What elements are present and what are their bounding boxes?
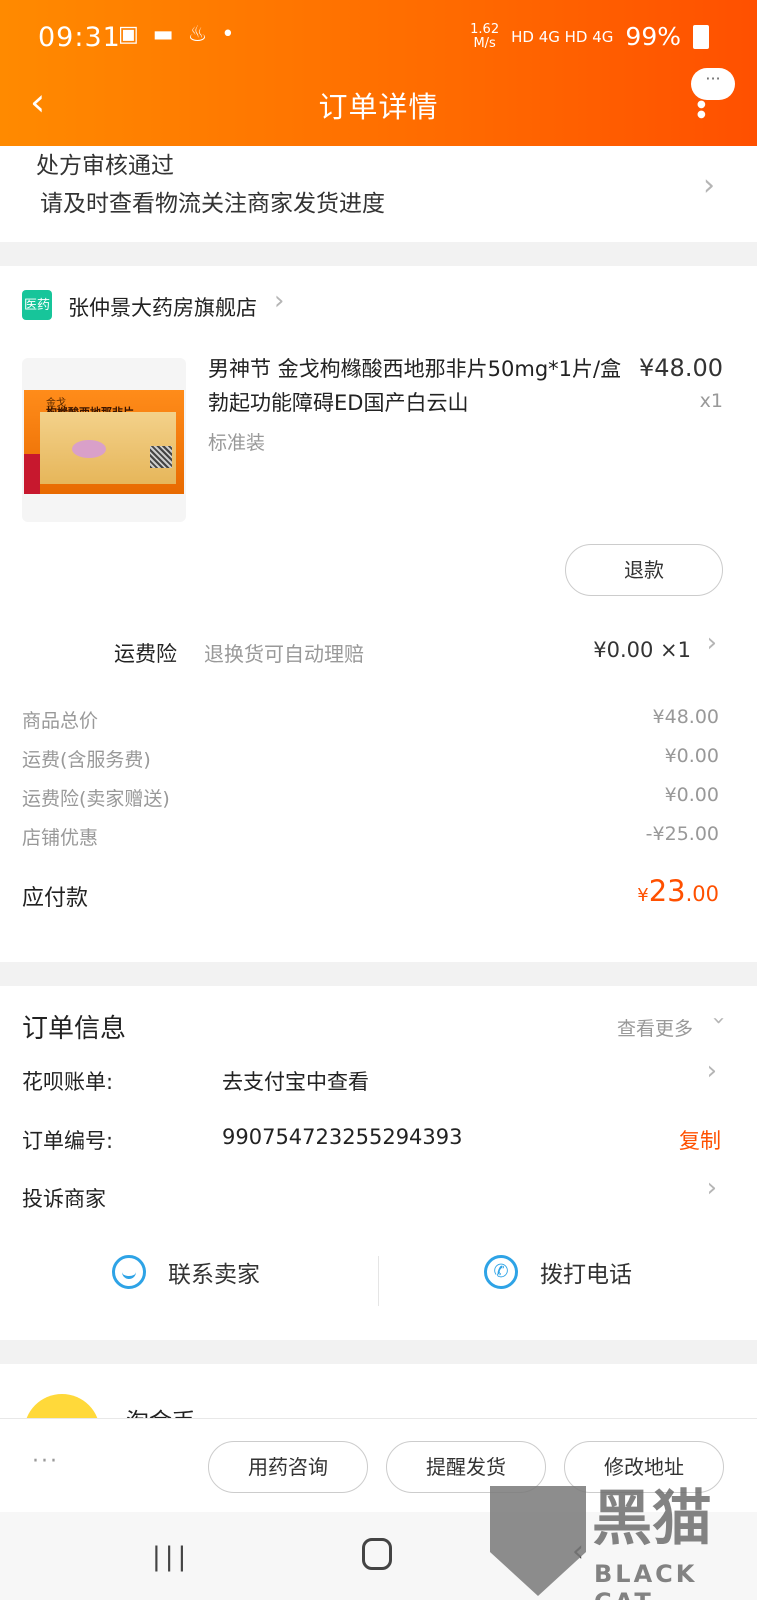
refund-button[interactable]: 退款 xyxy=(565,544,723,596)
chevron-right-icon[interactable]: › xyxy=(707,628,717,658)
copy-button[interactable]: 复制 xyxy=(679,1125,721,1155)
cat-shield-logo xyxy=(490,1486,586,1596)
chevron-right-icon[interactable]: › xyxy=(274,286,284,316)
product-image[interactable]: 金戈 枸橼酸西地那非片 xyxy=(22,358,186,522)
payment-currency: ¥ xyxy=(637,885,649,906)
summary-label: 商品总价 xyxy=(22,710,99,732)
status-time: 09:31 xyxy=(38,22,121,53)
payment-row: 应付款 ¥23.00 xyxy=(22,874,719,912)
summary-value: ¥48.00 xyxy=(652,706,719,728)
summary-value: -¥25.00 xyxy=(645,823,719,845)
summary-label: 运费险(卖家赠送) xyxy=(22,788,170,810)
phone-icon: ✆ xyxy=(484,1255,518,1289)
dot-icon: • xyxy=(221,22,235,47)
payment-integer: 23 xyxy=(648,874,686,908)
huabei-label: 花呗账单: xyxy=(22,1070,114,1094)
summary-row: 商品总价 ¥48.00 xyxy=(22,706,719,733)
shop-name[interactable]: 张仲景大药房旗舰店 xyxy=(68,292,257,322)
logistics-hint: 请及时查看物流关注商家发货进度 xyxy=(40,191,385,217)
payment-amount: ¥23.00 xyxy=(637,874,719,908)
order-info-card: 订单信息 查看更多 › 花呗账单: 去支付宝中查看 › 订单编号: 990754… xyxy=(0,986,757,1340)
app-icon: ♨ xyxy=(187,22,208,47)
qr-code xyxy=(150,446,172,468)
home-icon[interactable] xyxy=(362,1538,392,1570)
product-price: ¥48.00 xyxy=(639,354,723,382)
package-stripe xyxy=(24,454,40,494)
black-cat-watermark: 黑猫 BLACK CAT xyxy=(490,1484,752,1600)
summary-row: 运费险(卖家赠送) ¥0.00 xyxy=(22,784,719,811)
signal-indicator: HD 4G HD 4G xyxy=(511,27,614,46)
battery-icon xyxy=(693,24,709,49)
chevron-right-icon: › xyxy=(703,168,715,203)
summary-row: 运费(含服务费) ¥0.00 xyxy=(22,745,719,772)
gallery-icon: ▣ xyxy=(118,22,139,47)
contact-seller-label: 联系卖家 xyxy=(168,1262,260,1288)
order-number-value: 990754723255294393 xyxy=(222,1125,463,1149)
order-info-title: 订单信息 xyxy=(22,1014,127,1044)
recent-apps-icon[interactable]: ||| xyxy=(152,1542,190,1572)
pill-image xyxy=(72,440,106,458)
order-card: 医药 张仲景大药房旗舰店 › 金戈 枸橼酸西地那非片 男神节 金戈枸橼酸西地那非… xyxy=(0,266,757,962)
medication-consult-button[interactable]: 用药咨询 xyxy=(208,1441,368,1493)
order-number-label: 订单编号: xyxy=(22,1129,114,1153)
notification-icons: ▣ ▬ ♨ • xyxy=(118,22,234,47)
view-more-link[interactable]: 查看更多 xyxy=(617,1014,693,1041)
status-bar: 09:31 ▣ ▬ ♨ • 1.62 M/s HD 4G HD 4G 99% xyxy=(0,14,757,58)
header-bar: 09:31 ▣ ▬ ♨ • 1.62 M/s HD 4G HD 4G 99% ‹ … xyxy=(0,0,757,146)
battery-percent: 99% xyxy=(625,22,681,51)
product-title[interactable]: 男神节 金戈枸橼酸西地那非片50mg*1片/盒勃起功能障碍ED国产白云山 xyxy=(208,352,628,420)
call-phone-button[interactable]: ✆ 拨打电话 xyxy=(484,1242,632,1302)
message-icon: ▬ xyxy=(152,22,174,47)
more-menu-bubble[interactable]: ··· xyxy=(691,68,735,100)
huabei-value[interactable]: 去支付宝中查看 xyxy=(222,1066,369,1096)
prescription-status: 处方审核通过 xyxy=(36,153,174,179)
chevron-right-icon[interactable]: › xyxy=(707,1056,717,1086)
more-actions-icon[interactable]: ··· xyxy=(32,1449,59,1474)
contact-seller-button[interactable]: 联系卖家 xyxy=(112,1242,260,1302)
prescription-status-card[interactable]: 处方审核通过 请及时查看物流关注商家发货进度 › xyxy=(0,146,757,242)
network-speed: 1.62 M/s xyxy=(470,21,500,51)
payment-decimal: .00 xyxy=(685,882,719,906)
payment-label: 应付款 xyxy=(22,886,89,911)
summary-row: 店铺优惠 -¥25.00 xyxy=(22,823,719,850)
divider xyxy=(378,1256,379,1306)
chat-smile-icon xyxy=(112,1255,146,1289)
summary-value: ¥0.00 xyxy=(664,784,719,806)
medicine-package: 金戈 枸橼酸西地那非片 xyxy=(24,390,184,494)
call-phone-label: 拨打电话 xyxy=(540,1262,632,1288)
product-quantity: x1 xyxy=(699,390,723,412)
complain-seller-label[interactable]: 投诉商家 xyxy=(22,1183,106,1213)
pharmacy-icon: 医药 xyxy=(22,290,52,320)
watermark-english: BLACK CAT xyxy=(594,1560,698,1600)
product-sku: 标准装 xyxy=(208,432,266,454)
shipping-insurance-label: 运费险 xyxy=(114,642,177,666)
shipping-insurance-desc: 退换货可自动理赔 xyxy=(204,642,364,666)
summary-label: 运费(含服务费) xyxy=(22,749,151,771)
summary-value: ¥0.00 xyxy=(664,745,719,767)
status-right: 1.62 M/s HD 4G HD 4G 99% xyxy=(470,22,709,51)
watermark-chinese: 黑猫 xyxy=(592,1484,712,1554)
more-dots-icon[interactable]: ● ● xyxy=(697,100,706,120)
chevron-right-icon[interactable]: › xyxy=(707,1173,717,1203)
chevron-down-icon[interactable]: › xyxy=(706,1016,731,1025)
shipping-insurance-value[interactable]: ¥0.00 ×1 xyxy=(593,638,691,662)
page-title: 订单详情 xyxy=(318,90,439,124)
nav-bar: ‹ 订单详情 ··· ● ● xyxy=(0,68,757,140)
taojinbi-card: 淘金币 xyxy=(0,1364,757,1470)
summary-label: 店铺优惠 xyxy=(22,827,99,849)
